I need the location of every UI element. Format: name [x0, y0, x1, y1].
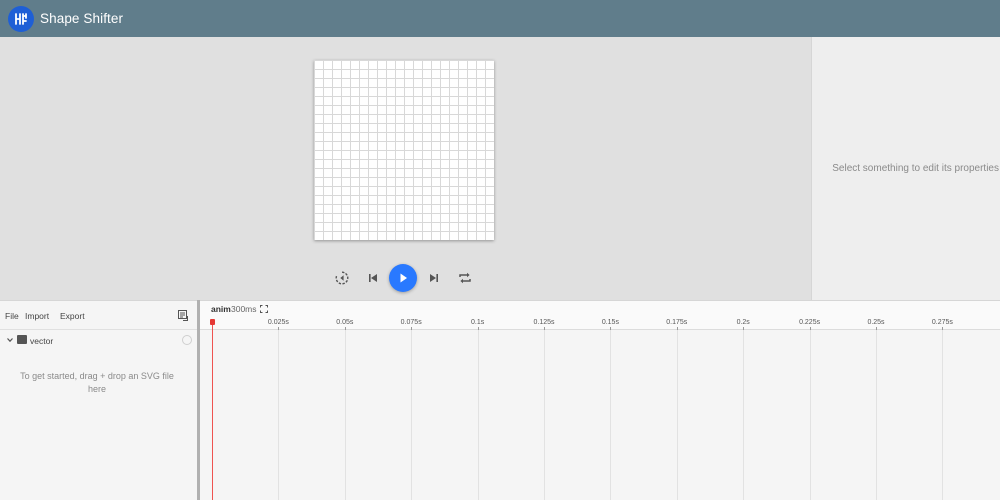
- timeline-panel: anim 300ms 0.025s 0.05s 0.075s 0.1s 0.125s 0.…: [200, 300, 1000, 500]
- artboard-grid[interactable]: [314, 60, 494, 240]
- import-menu[interactable]: Import: [25, 311, 49, 321]
- animation-duration[interactable]: 300ms: [231, 304, 257, 314]
- layer-options-icon[interactable]: [182, 335, 192, 345]
- properties-empty-message: Select something to edit its properties: [832, 163, 999, 174]
- image-icon: [17, 335, 27, 344]
- skip-next-button[interactable]: [420, 264, 448, 292]
- file-menu[interactable]: File: [5, 311, 19, 321]
- skip-next-icon: [430, 274, 438, 282]
- tick-label: 0.175s: [666, 319, 688, 326]
- grid-line: [743, 330, 745, 500]
- grid-line: [411, 330, 413, 500]
- repeat-button[interactable]: [451, 264, 479, 292]
- properties-panel: Select something to edit its properties: [811, 37, 1000, 300]
- play-fab[interactable]: [389, 264, 417, 292]
- layer-row-vector[interactable]: vector: [0, 330, 197, 352]
- grid-line: [809, 330, 811, 500]
- app-toolbar: Shape Shifter: [0, 0, 1000, 37]
- tick-label: 0.125s: [533, 319, 555, 326]
- playhead-line: [212, 322, 213, 500]
- layers-empty-message: To get started, drag + drop an SVG file …: [20, 371, 174, 394]
- reverse-play-button[interactable]: [328, 264, 356, 292]
- tick-label: 0.05s: [336, 319, 354, 326]
- skip-previous-button[interactable]: [359, 264, 387, 292]
- tick-label: 0.2s: [736, 319, 750, 326]
- grid-line: [278, 330, 280, 500]
- tick-label: 0.225s: [799, 319, 821, 326]
- layer-list-icon[interactable]: [178, 310, 189, 321]
- shape-shifter-logo-icon: [8, 5, 34, 32]
- timeline-header: anim 300ms 0.025s 0.05s 0.075s 0.1s 0.125s 0.…: [200, 301, 1000, 330]
- export-menu[interactable]: Export: [60, 311, 85, 321]
- tick-label: 0.25s: [867, 319, 885, 326]
- tick-label: 0.1s: [470, 319, 485, 326]
- skip-previous-icon: [369, 274, 377, 282]
- grid-line: [876, 330, 877, 500]
- grid-line: [610, 330, 612, 500]
- grid-line: [942, 330, 944, 500]
- layer-menu-bar: File Import Export: [0, 301, 197, 330]
- grid-line: [477, 330, 479, 500]
- tick-label: 0.15s: [601, 319, 619, 326]
- fullscreen-icon[interactable]: [260, 305, 268, 313]
- play-button[interactable]: [389, 264, 417, 292]
- chevron-down-icon[interactable]: [6, 336, 14, 344]
- app-title: Shape Shifter: [40, 11, 124, 26]
- grid-line: [344, 330, 346, 500]
- grid-line: [544, 330, 545, 500]
- tick-label: 0.025s: [267, 319, 289, 326]
- canvas-area[interactable]: [0, 37, 811, 300]
- reverse-play-icon: [335, 271, 349, 285]
- tick-label: 0.275s: [931, 319, 953, 326]
- animation-name[interactable]: anim: [211, 304, 231, 314]
- playhead-handle[interactable]: [210, 319, 215, 325]
- play-icon: [400, 273, 407, 283]
- playback-controls: [0, 264, 811, 292]
- layer-panel: File Import Export vector To get started…: [0, 300, 197, 500]
- grid-line: [676, 330, 678, 500]
- layer-name: vector: [30, 336, 54, 346]
- repeat-icon: [459, 272, 471, 284]
- tick-label: 0.075s: [400, 319, 422, 326]
